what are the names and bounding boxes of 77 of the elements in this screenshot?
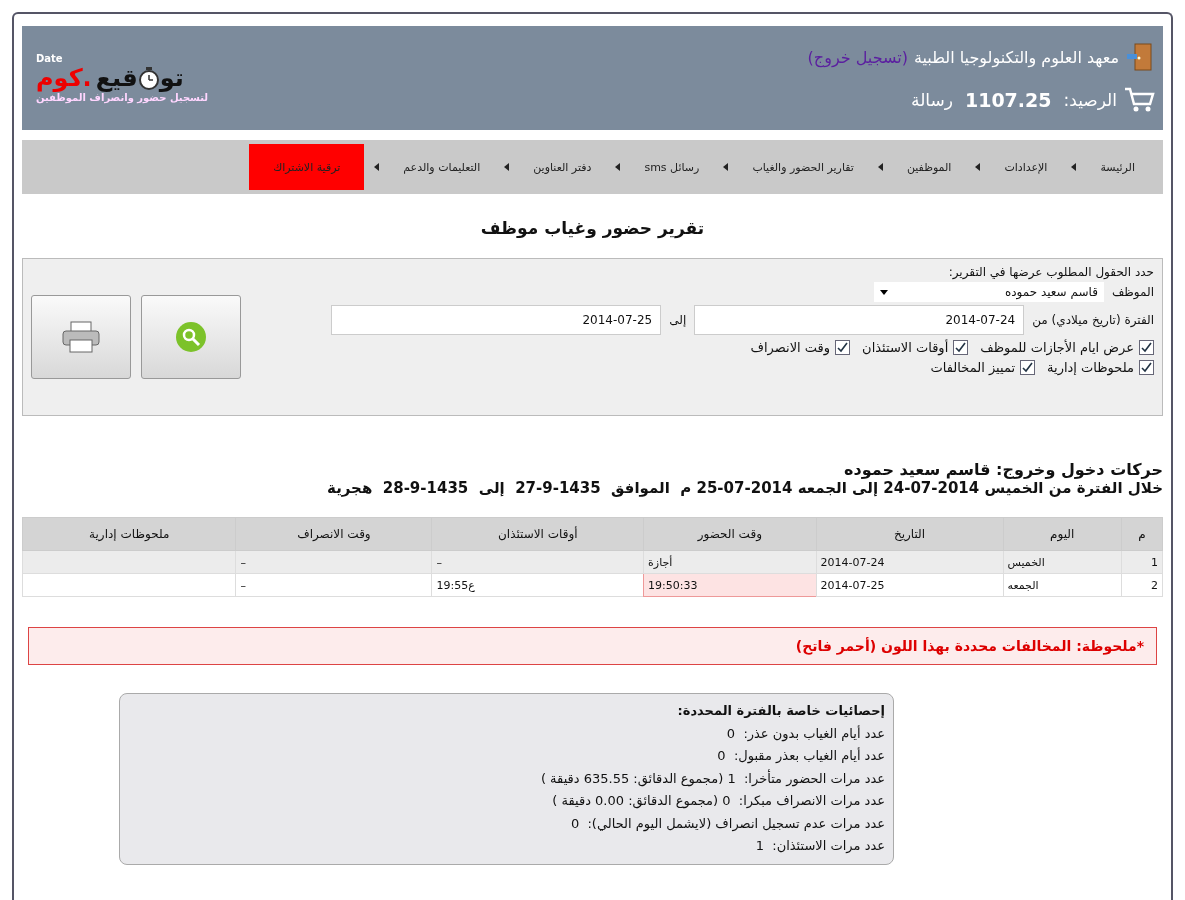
arrow-icon <box>615 163 621 171</box>
column-header: م <box>1121 517 1163 551</box>
column-header: وقت الانصراف <box>235 517 432 551</box>
table-cell: 2014-07-24 <box>816 550 1003 574</box>
print-button[interactable] <box>31 295 131 379</box>
stats-line: عدد أيام الغياب بعذر مقبول: 0 <box>716 746 885 766</box>
checkbox[interactable] <box>953 340 969 355</box>
cart-icon <box>1123 86 1155 114</box>
arrow-icon <box>1071 163 1077 171</box>
employee-dropdown[interactable]: قاسم سعيد حموده <box>873 282 1104 302</box>
balance-unit: رسالة <box>911 90 953 110</box>
checkbox[interactable] <box>1139 360 1154 375</box>
table-cell: 1 <box>1121 550 1163 574</box>
checkbox[interactable] <box>1139 340 1154 355</box>
employee-line: حركات دخول وخروج: قاسم سعيد حموده <box>843 460 1163 479</box>
checkbox-label: ملحوظات إدارية <box>1047 360 1134 375</box>
door-icon <box>1125 42 1155 72</box>
table-cell: أجازة <box>643 550 817 574</box>
period-label: الفترة (تاريخ ميلادي) من <box>1032 313 1154 327</box>
to-label: إلى <box>669 313 687 327</box>
table-cell: 2 <box>1121 573 1163 597</box>
column-header: وقت الحضور <box>643 517 817 551</box>
column-header: أوقات الاستئذان <box>431 517 644 551</box>
clock-icon <box>137 66 160 90</box>
nav-item[interactable]: دفتر العناوين <box>519 144 606 190</box>
nav-item[interactable]: الإعدادات <box>990 144 1062 190</box>
to-date-field[interactable]: 2014-07-25 <box>331 305 662 335</box>
nav-item[interactable]: الرئيسة <box>1086 144 1149 190</box>
table-cell: الجمعه <box>1003 573 1122 597</box>
table-cell: 19:50:33 <box>643 573 817 597</box>
printer-icon <box>61 320 101 354</box>
filter-heading: حدد الحقول المطلوب عرضها في التقرير: <box>947 265 1154 279</box>
stats-line: عدد مرات عدم تسجيل انصراف (لايشمل اليوم الحالي): 0 <box>569 814 885 834</box>
table-cell: 2014-07-25 <box>816 573 1003 597</box>
logo-tag: Date <box>36 53 63 64</box>
stats-title: إحصائيات خاصة بالفترة المحددة: <box>676 702 885 720</box>
search-button[interactable] <box>141 295 241 379</box>
checkbox[interactable] <box>835 340 851 355</box>
column-header: التاريخ <box>816 517 1003 551</box>
stats-line: عدد مرات الاستئذان: 1 <box>754 837 885 855</box>
logo-domain: .كوم <box>36 64 92 92</box>
search-icon <box>174 320 208 354</box>
column-header: ملحوظات إدارية <box>22 517 236 551</box>
logo-text: تو <box>159 64 184 92</box>
table-cell: الخميس <box>1003 550 1122 574</box>
stats-line: عدد مرات الانصراف مبكرا: 0 (مجموع الدقائق: 0.00 دقيقة ) <box>551 792 885 811</box>
nav-item[interactable]: رسائل sms <box>630 144 714 190</box>
from-date-field[interactable]: 2014-07-24 <box>694 305 1025 335</box>
period-line: خلال الفترة من الخميس 2014-07-24 إلى الجمعه 2014-07-25 م الموافق 1435-9-27 إلى 1435-9-28 هجرية <box>326 479 1163 497</box>
table-cell: – <box>431 550 644 574</box>
checkbox-label: أوقات الاستئذان <box>862 340 949 355</box>
arrow-icon <box>723 163 729 171</box>
stats-line: عدد مرات الحضور متأخرا: 1 (مجموع الدقائق: 635.55 دقيقة ) <box>539 768 885 789</box>
table-cell: – <box>235 573 432 597</box>
page-title: تقرير حضور وغياب موظف <box>479 218 706 238</box>
column-header: اليوم <box>1003 517 1122 551</box>
checkbox-label: تمييز المخالفات <box>930 360 1016 375</box>
employee-label: الموظف <box>1111 285 1154 299</box>
table-cell: – <box>235 550 432 574</box>
arrow-icon <box>975 163 981 171</box>
balance-label: الرصيد: <box>1063 90 1117 110</box>
checkbox[interactable] <box>1020 360 1036 375</box>
balance-value: 1107.25 <box>964 89 1052 111</box>
nav-item[interactable]: الموظفين <box>892 144 966 190</box>
arrow-icon <box>877 163 883 171</box>
nav-item[interactable]: تقارير الحضور والغياب <box>738 144 868 190</box>
table-cell: ع19:55 <box>431 573 644 597</box>
checkbox-label: عرض ايام الأجازات للموظف <box>980 340 1134 355</box>
logo-subtitle: لتسجيل حضور وانصراف الموظفين <box>36 92 209 103</box>
checkbox-label: وقت الانصراف <box>750 340 831 355</box>
violation-note: *ملحوظة: المخالفات محددة بهذا اللون (أحمر فاتح) <box>28 627 1157 665</box>
stats-line: عدد أيام الغياب بدون عذر: 0 <box>725 724 885 744</box>
arrow-icon <box>504 163 510 171</box>
nav-item[interactable]: التعليمات والدعم <box>389 144 495 190</box>
arrow-icon <box>374 163 380 171</box>
institution-name: معهد العلوم والتكنولوجيا الطبية <box>913 47 1119 67</box>
logo-text: قيع <box>95 64 138 92</box>
